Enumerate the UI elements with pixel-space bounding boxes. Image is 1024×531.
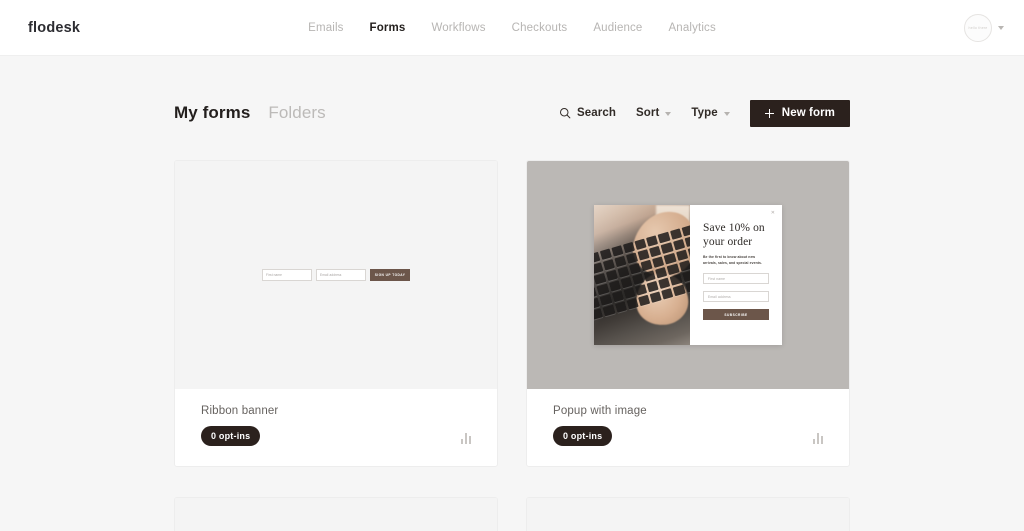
form-preview-popup[interactable]: ✕ Save 10% on your order Be the first to…	[527, 161, 849, 389]
plus-icon	[764, 108, 774, 118]
form-title: Popup with image	[553, 405, 647, 417]
flodesk-logo[interactable]: flodesk	[28, 20, 80, 36]
account-menu[interactable]: hello there	[964, 13, 1004, 42]
ribbon-banner-mock: First name Email address SIGN UP TODAY	[262, 269, 410, 281]
form-card-popup-with-image[interactable]: ✕ Save 10% on your order Be the first to…	[526, 160, 850, 467]
content-container: My forms Folders Search Sort Type New fo…	[174, 56, 850, 531]
close-icon[interactable]: ✕	[771, 211, 775, 216]
nav-item-analytics[interactable]: Analytics	[668, 22, 715, 34]
popup-first-name-placeholder: First name	[708, 276, 726, 281]
main-navigation: Emails Forms Workflows Checkouts Audienc…	[308, 22, 716, 34]
tab-folders[interactable]: Folders	[268, 103, 325, 123]
popup-email-input[interactable]: Email address	[703, 291, 769, 303]
popup-subscribe-button[interactable]: SUBSCRIBE	[703, 309, 769, 321]
form-card-partial-3[interactable]	[174, 497, 498, 531]
search-label: Search	[577, 107, 616, 119]
optins-badge: 0 opt-ins	[201, 426, 261, 446]
ribbon-first-name-placeholder: First name	[266, 273, 283, 277]
popup-heading-line2: your order	[703, 236, 753, 248]
optins-badge: 0 opt-ins	[553, 426, 613, 446]
nav-item-emails[interactable]: Emails	[308, 22, 343, 34]
ribbon-signup-button[interactable]: SIGN UP TODAY	[370, 269, 410, 281]
chevron-down-icon	[665, 112, 672, 116]
popup-photo	[594, 205, 690, 345]
toolbar-row: My forms Folders Search Sort Type New fo…	[174, 98, 850, 128]
popup-mock: ✕ Save 10% on your order Be the first to…	[594, 205, 782, 345]
ribbon-first-name-input[interactable]: First name	[262, 269, 312, 281]
search-icon	[560, 108, 571, 119]
form-preview-partial-4[interactable]	[527, 498, 849, 531]
nav-item-checkouts[interactable]: Checkouts	[512, 22, 568, 34]
form-card-ribbon-banner[interactable]: First name Email address SIGN UP TODAY R…	[174, 160, 498, 467]
search-button[interactable]: Search	[559, 107, 616, 119]
type-dropdown[interactable]: Type	[691, 107, 730, 119]
popup-panel: ✕ Save 10% on your order Be the first to…	[690, 205, 782, 345]
form-card-partial-4[interactable]	[526, 497, 850, 531]
form-preview-ribbon[interactable]: First name Email address SIGN UP TODAY	[175, 161, 497, 389]
popup-heading-line1: Save 10% on	[703, 222, 765, 234]
form-card-footer: Popup with image 0 opt-ins	[527, 389, 849, 466]
form-preview-partial-3[interactable]	[175, 498, 497, 531]
type-label: Type	[691, 107, 718, 119]
nav-item-forms[interactable]: Forms	[370, 22, 406, 34]
form-card-footer: Ribbon banner 0 opt-ins	[175, 389, 497, 466]
chevron-down-icon[interactable]	[998, 25, 1004, 30]
keyboard-keys	[594, 225, 690, 345]
bar-chart-icon[interactable]	[461, 431, 471, 444]
popup-first-name-input[interactable]: First name	[703, 273, 769, 285]
ribbon-email-input[interactable]: Email address	[316, 269, 366, 281]
chevron-down-icon	[723, 112, 730, 116]
tab-my-forms[interactable]: My forms	[174, 103, 250, 123]
form-title: Ribbon banner	[201, 405, 279, 417]
nav-item-audience[interactable]: Audience	[593, 22, 642, 34]
new-form-label: New form	[781, 107, 835, 119]
page-body: My forms Folders Search Sort Type New fo…	[0, 56, 1024, 531]
avatar-label: hello there	[968, 25, 988, 30]
popup-subtext: Be the first to know about new arrivals,…	[703, 255, 763, 265]
popup-email-placeholder: Email address	[708, 294, 731, 299]
forms-grid: First name Email address SIGN UP TODAY R…	[174, 160, 850, 531]
sort-label: Sort	[636, 107, 660, 119]
top-header: flodesk Emails Forms Workflows Checkouts…	[0, 0, 1024, 56]
ribbon-email-placeholder: Email address	[320, 273, 342, 277]
sort-dropdown[interactable]: Sort	[636, 107, 672, 119]
new-form-button[interactable]: New form	[749, 99, 850, 127]
bar-chart-icon[interactable]	[813, 431, 823, 444]
toolbar-actions: Search Sort Type New form	[559, 99, 850, 127]
view-tabs: My forms Folders	[174, 103, 326, 123]
avatar[interactable]: hello there	[964, 13, 992, 42]
popup-heading: Save 10% on your order	[703, 221, 769, 249]
nav-item-workflows[interactable]: Workflows	[431, 22, 485, 34]
